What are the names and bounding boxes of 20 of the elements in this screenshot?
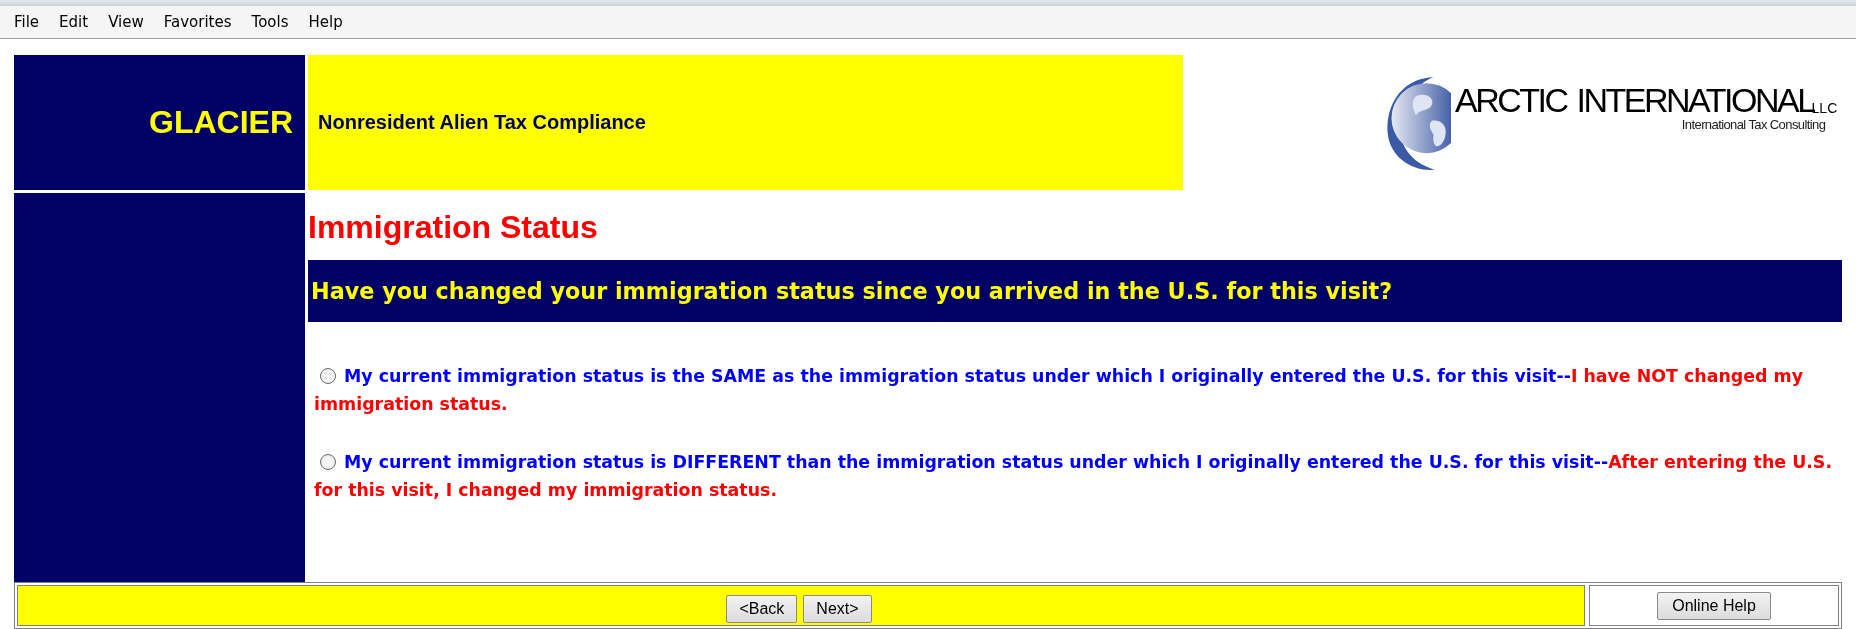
menu-item[interactable]: Edit <box>59 11 89 33</box>
question-text: Have you changed your immigration status since you arrived in the U.S. for this visit? <box>311 278 1393 304</box>
option-label: My current immigration status is the SAME as the immigration status under which I originally entered the U.S. for this visit--I have NOT changed my immigration status. <box>313 365 1804 416</box>
app-subtitle: Nonresident Alien Tax Compliance <box>318 111 646 134</box>
menu-item[interactable]: View <box>108 11 144 33</box>
menu-item[interactable]: File <box>14 11 40 33</box>
logo-word: INTERNATIONAL <box>1576 81 1814 119</box>
radio-button[interactable] <box>320 454 336 470</box>
menu-item[interactable]: Help <box>308 11 343 33</box>
menu-item[interactable]: Tools <box>251 11 289 33</box>
menu-item[interactable]: Favorites <box>163 11 232 33</box>
back-button[interactable]: <Back <box>726 594 798 623</box>
radio-button[interactable] <box>320 368 336 384</box>
logo-tagline: International Tax Consulting <box>1681 117 1826 132</box>
next-button[interactable]: Next> <box>803 594 872 623</box>
online-help-button[interactable]: Online Help <box>1657 592 1771 620</box>
page-title: Immigration Status <box>308 210 599 244</box>
option-label: My current immigration status is DIFFERENT than the immigration status under which I originally entered the U.S. for this visit--After entering the U.S. for this visit, I changed my immigration status. <box>313 451 1833 502</box>
logo-word: ARCTIC <box>1455 81 1567 119</box>
app-name: GLACIER <box>149 104 293 141</box>
